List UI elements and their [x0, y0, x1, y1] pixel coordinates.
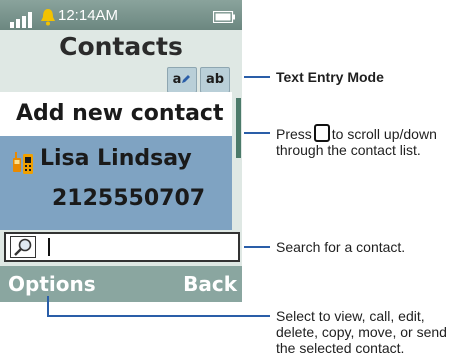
navigation-key-icon [313, 124, 330, 142]
softkey-bar: Options Back [0, 266, 242, 302]
text-caret [48, 238, 50, 256]
text-mode-a-label: a [172, 72, 182, 87]
add-new-contact-item[interactable]: Add new contact [0, 92, 232, 136]
status-bar: 12:14AM [0, 0, 242, 30]
callout-options-line3: the selected contact. [276, 340, 405, 356]
battery-icon [213, 11, 235, 23]
callout-line-options-horizontal [47, 315, 270, 317]
callout-line-search [244, 246, 270, 248]
callout-scroll-prefix: Press [276, 126, 312, 142]
magnifier-icon [10, 236, 36, 258]
back-softkey[interactable]: Back [183, 266, 237, 302]
callout-line-options-vertical [47, 296, 49, 316]
callout-options: Select to view, call, edit, delete, copy… [276, 308, 475, 356]
text-mode-a-button[interactable]: a [167, 67, 197, 93]
callout-options-line2: delete, copy, move, or send [276, 324, 447, 340]
callout-scroll-line2: through the contact list. [276, 142, 421, 158]
callout-scroll: Press to scroll up/down through the conta… [276, 124, 475, 158]
pencil-icon [182, 75, 191, 83]
bell-icon [41, 9, 55, 26]
callout-text-entry-mode: Text Entry Mode [276, 69, 384, 85]
list-scrollbar[interactable] [236, 92, 242, 230]
callout-line-text-entry [244, 76, 270, 78]
phone-contact-icon [13, 152, 33, 174]
list-item-selected-contact[interactable]: Lisa Lindsay 2125550707 [0, 136, 232, 230]
text-entry-mode-row: a ab [0, 64, 242, 93]
signal-bars-icon [10, 12, 32, 28]
screen-title: Contacts [59, 32, 183, 61]
contact-list: Add new contact Lisa Lindsay 2125550707 [0, 92, 236, 230]
callout-line-scroll [244, 132, 270, 134]
options-softkey[interactable]: Options [8, 266, 96, 302]
text-mode-ab-button[interactable]: ab [200, 67, 230, 93]
phone-screen: 12:14AM Contacts a ab Add new contact Li… [0, 0, 242, 302]
contact-name: Lisa Lindsay [40, 146, 192, 171]
search-input[interactable] [4, 232, 240, 262]
callout-scroll-suffix: to scroll up/down [331, 126, 437, 142]
callout-options-line1: Select to view, call, edit, [276, 308, 425, 324]
callout-search: Search for a contact. [276, 239, 406, 255]
contact-number: 2125550707 [52, 186, 206, 211]
status-time: 12:14AM [58, 7, 119, 24]
scrollbar-thumb[interactable] [236, 98, 241, 158]
